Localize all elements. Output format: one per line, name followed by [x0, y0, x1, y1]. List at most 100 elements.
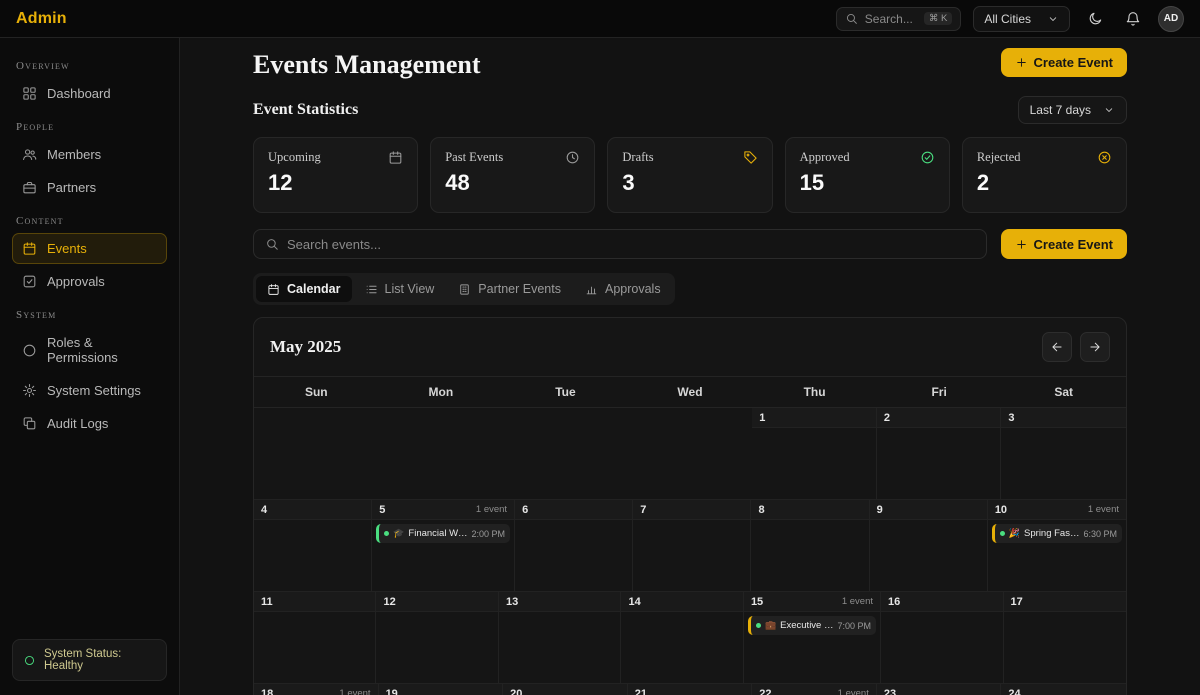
top-bar-actions: Search... ⌘ K All Cities AD	[836, 6, 1184, 32]
events-search-input[interactable]	[287, 237, 975, 252]
calendar-event[interactable]: 💼 Executive …7:00 PM	[748, 616, 876, 635]
day-strip: 16	[881, 592, 1002, 612]
stat-card-rejected: Rejected 2	[962, 137, 1127, 213]
sidebar-item-label: Dashboard	[47, 86, 111, 101]
calendar-day-cell-10[interactable]: 101 event 🎉 Spring Fas…6:30 PM	[988, 500, 1126, 591]
calendar-event[interactable]: 🎉 Spring Fas…6:30 PM	[992, 524, 1122, 543]
calendar-day-cell-1[interactable]: 1	[752, 408, 877, 499]
sidebar-item-partners[interactable]: Partners	[12, 172, 167, 203]
sidebar-item-members[interactable]: Members	[12, 139, 167, 170]
calendar-day-cell-24[interactable]: 24	[1001, 684, 1126, 695]
calendar-day-cell-8[interactable]: 8	[751, 500, 869, 591]
calendar-day-cell-20[interactable]: 20	[503, 684, 628, 695]
calendar-day-cell-12[interactable]: 12	[376, 592, 498, 683]
day-strip: 17	[1004, 592, 1126, 612]
prev-month-button[interactable]	[1042, 332, 1072, 362]
weekday-label: Sun	[254, 377, 379, 407]
day-strip: 9	[870, 500, 987, 520]
calendar-day-cell-5[interactable]: 51 event 🎓 Financial W…2:00 PM	[372, 500, 515, 591]
day-body	[254, 428, 378, 499]
calendar-day-cell-18[interactable]: 181 event 🧘 Welln…	[254, 684, 379, 695]
sidebar-nav: OverviewDashboardPeopleMembersPartnersCo…	[12, 48, 167, 441]
stat-card-value: 3	[622, 170, 757, 196]
user-avatar[interactable]: AD	[1158, 6, 1184, 32]
weekday-label: Thu	[752, 377, 877, 407]
calendar-day-cell-16[interactable]: 16	[881, 592, 1003, 683]
day-number: 22	[759, 688, 771, 695]
sidebar-item-approvals[interactable]: Approvals	[12, 266, 167, 297]
tab-approvals[interactable]: Approvals	[574, 276, 672, 302]
event-time: 7:00 PM	[837, 621, 871, 631]
next-month-button[interactable]	[1080, 332, 1110, 362]
day-number: 4	[261, 504, 267, 516]
create-event-button-secondary[interactable]: Create Event	[1001, 229, 1127, 259]
tab-calendar[interactable]: Calendar	[256, 276, 352, 302]
sidebar-item-label: Approvals	[47, 274, 105, 289]
day-strip: 1	[752, 408, 876, 428]
date-range-select[interactable]: Last 7 days	[1018, 96, 1127, 124]
tab-partner-events[interactable]: Partner Events	[447, 276, 572, 302]
circle-icon	[22, 343, 37, 358]
day-number: 20	[510, 688, 522, 695]
app-window: Admin Search... ⌘ K All Cities AD Overvi…	[0, 0, 1200, 695]
search-icon	[265, 237, 279, 251]
top-bar: Admin Search... ⌘ K All Cities AD	[0, 0, 1200, 38]
day-strip: 20	[503, 684, 627, 695]
calendar-day-cell-15[interactable]: 151 event 💼 Executive …7:00 PM	[744, 592, 881, 683]
day-strip: 7	[633, 500, 750, 520]
day-strip: 101 event	[988, 500, 1126, 520]
day-body	[1004, 612, 1126, 683]
tab-list-view[interactable]: List View	[354, 276, 446, 302]
calendar-day-cell-2[interactable]: 2	[877, 408, 1002, 499]
sidebar-item-audit-logs[interactable]: Audit Logs	[12, 408, 167, 439]
calendar-nav	[1042, 332, 1110, 362]
calendar-day-cell-4[interactable]: 4	[254, 500, 372, 591]
calendar-day-cell-23[interactable]: 23	[877, 684, 1002, 695]
weekday-label: Tue	[503, 377, 628, 407]
calendar-day-cell-22[interactable]: 221 event 🍷 Wine Tasti…	[752, 684, 877, 695]
stat-card-label: Drafts	[622, 150, 653, 165]
create-event-button[interactable]: Create Event	[1001, 48, 1127, 77]
stat-cards: Upcoming 12 Past Events 48 Drafts 3 Appr…	[253, 137, 1127, 213]
calendar-day-cell-9[interactable]: 9	[870, 500, 988, 591]
day-body	[254, 612, 375, 683]
day-body	[1001, 428, 1126, 499]
calendar-event[interactable]: 🎓 Financial W…2:00 PM	[376, 524, 510, 543]
day-number: 16	[888, 596, 900, 608]
tab-label: Calendar	[287, 282, 341, 296]
chevron-down-icon	[1103, 104, 1115, 116]
day-number: 2	[884, 412, 890, 424]
arrow-right-icon	[1088, 340, 1102, 354]
calendar-day-cell-21[interactable]: 21	[628, 684, 753, 695]
calendar-day-cell-19[interactable]: 19	[379, 684, 504, 695]
search-shortcut-badge: ⌘ K	[924, 12, 952, 25]
sidebar-section-label: Content	[16, 215, 163, 227]
weekday-label: Mon	[379, 377, 504, 407]
calendar-day-cell-14[interactable]: 14	[621, 592, 743, 683]
sidebar-item-system-settings[interactable]: System Settings	[12, 375, 167, 406]
day-body	[379, 428, 503, 499]
day-number: 17	[1011, 596, 1023, 608]
moon-icon	[1087, 11, 1103, 27]
city-filter-select[interactable]: All Cities	[973, 6, 1070, 32]
system-status-text: System Status: Healthy	[44, 648, 156, 672]
day-body	[254, 520, 371, 591]
sidebar-item-events[interactable]: Events	[12, 233, 167, 264]
theme-toggle-button[interactable]	[1082, 6, 1108, 32]
create-event-label: Create Event	[1034, 237, 1113, 252]
calendar-day-cell-7[interactable]: 7	[633, 500, 751, 591]
calendar-day-cell-11[interactable]: 11	[254, 592, 376, 683]
calendar-day-cell-13[interactable]: 13	[499, 592, 621, 683]
day-body	[628, 428, 752, 499]
calendar-day-cell-empty	[254, 408, 379, 499]
calendar-day-cell-6[interactable]: 6	[515, 500, 633, 591]
sidebar-item-dashboard[interactable]: Dashboard	[12, 78, 167, 109]
gear-icon	[22, 383, 37, 398]
day-strip: 8	[751, 500, 868, 520]
sidebar-item-roles-permissions[interactable]: Roles & Permissions	[12, 327, 167, 373]
notifications-button[interactable]	[1120, 6, 1146, 32]
calendar-day-cell-3[interactable]: 3	[1001, 408, 1126, 499]
weekday-label: Fri	[877, 377, 1002, 407]
global-search[interactable]: Search... ⌘ K	[836, 7, 962, 31]
calendar-day-cell-17[interactable]: 17	[1004, 592, 1126, 683]
